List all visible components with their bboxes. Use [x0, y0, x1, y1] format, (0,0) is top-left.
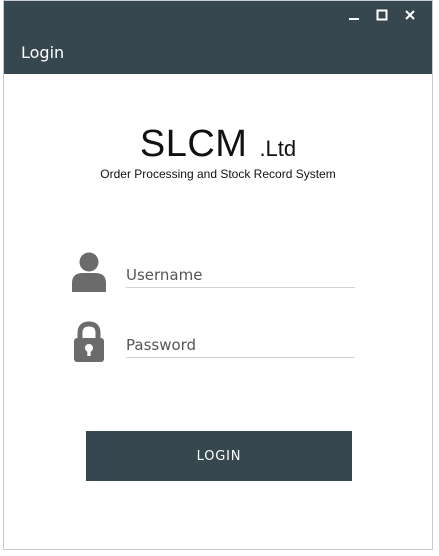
minimize-icon[interactable]	[346, 7, 362, 23]
user-icon	[70, 251, 108, 295]
brand-name: SLCM	[139, 123, 248, 165]
window-controls	[346, 7, 418, 23]
password-row	[70, 321, 355, 365]
password-input[interactable]	[126, 333, 355, 358]
login-window: Login SLCM .Ltd Order Processing and Stoc…	[3, 0, 433, 550]
username-input[interactable]	[126, 263, 355, 288]
maximize-icon[interactable]	[374, 7, 390, 23]
brand-logo: SLCM .Ltd	[4, 123, 432, 166]
brand-subtitle: Order Processing and Stock Record System	[100, 167, 336, 181]
window-titlebar	[4, 1, 432, 31]
lock-icon	[70, 321, 108, 365]
brand-suffix: .Ltd	[259, 136, 297, 161]
page-title: Login	[21, 43, 65, 62]
username-row	[70, 251, 355, 295]
close-icon[interactable]	[402, 7, 418, 23]
page-header: Login	[4, 31, 432, 74]
login-button[interactable]: LOGIN	[86, 431, 352, 481]
